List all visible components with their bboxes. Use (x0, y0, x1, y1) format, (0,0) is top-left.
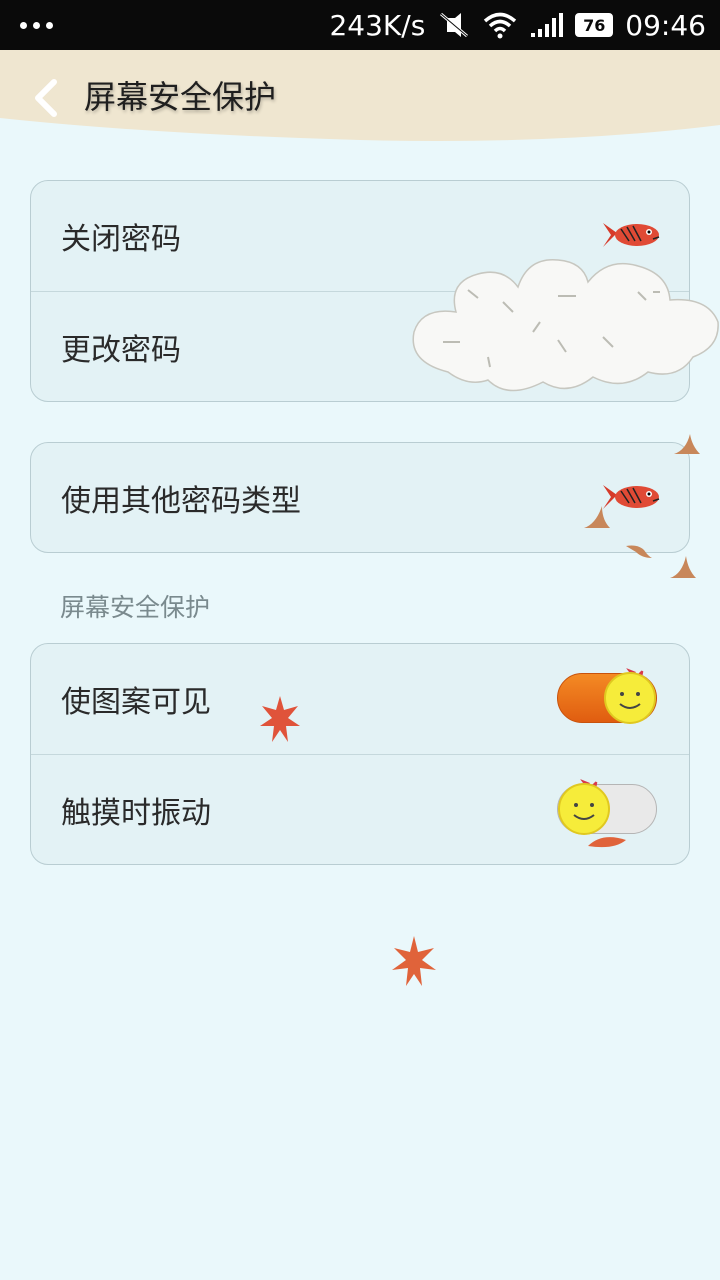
row-pattern-visible[interactable]: 使图案可见 (31, 644, 689, 754)
row-label: 更改密码 (61, 332, 181, 368)
row-change-password[interactable]: 更改密码 (31, 291, 689, 401)
back-button[interactable] (22, 72, 70, 124)
smiley-face-icon (604, 668, 656, 724)
signal-icon (531, 13, 564, 37)
row-label: 使图案可见 (61, 685, 211, 720)
clock: 09:46 (625, 8, 706, 42)
network-speed: 243K/s (329, 8, 426, 42)
more-notifications-icon (20, 21, 53, 29)
wifi-icon (484, 12, 517, 39)
row-label: 触摸时振动 (61, 795, 211, 831)
bird-decoration (670, 556, 696, 578)
maple-leaf-decoration (392, 936, 436, 986)
section-header: 屏幕安全保护 (60, 593, 211, 622)
silent-mode-icon (440, 12, 469, 38)
row-label: 关闭密码 (61, 222, 181, 257)
other-password-card: 使用其他密码类型 (30, 442, 690, 553)
row-label: 使用其他密码类型 (61, 484, 301, 519)
row-other-password-type[interactable]: 使用其他密码类型 (31, 443, 689, 552)
row-disable-password[interactable]: 关闭密码 (31, 181, 689, 291)
title-bar: 屏幕安全保护 (0, 50, 720, 145)
fish-icon (603, 223, 660, 247)
chevron-left-icon (35, 79, 57, 117)
pattern-settings-card: 使图案可见 触摸时振动 (30, 643, 690, 865)
status-bar: 243K/s 76 09:46 (0, 0, 720, 50)
fish-icon (603, 334, 660, 358)
vibrate-toggle[interactable] (557, 779, 657, 835)
fish-icon (603, 485, 660, 509)
pattern-visible-toggle[interactable] (557, 668, 657, 724)
smiley-face-icon (558, 779, 610, 835)
page-title: 屏幕安全保护 (84, 78, 277, 116)
password-card: 关闭密码 更改密码 (30, 180, 690, 402)
row-vibrate-on-touch[interactable]: 触摸时振动 (31, 754, 689, 864)
status-indicators: 243K/s 76 09:46 (329, 9, 706, 42)
battery-icon: 76 (575, 13, 614, 37)
